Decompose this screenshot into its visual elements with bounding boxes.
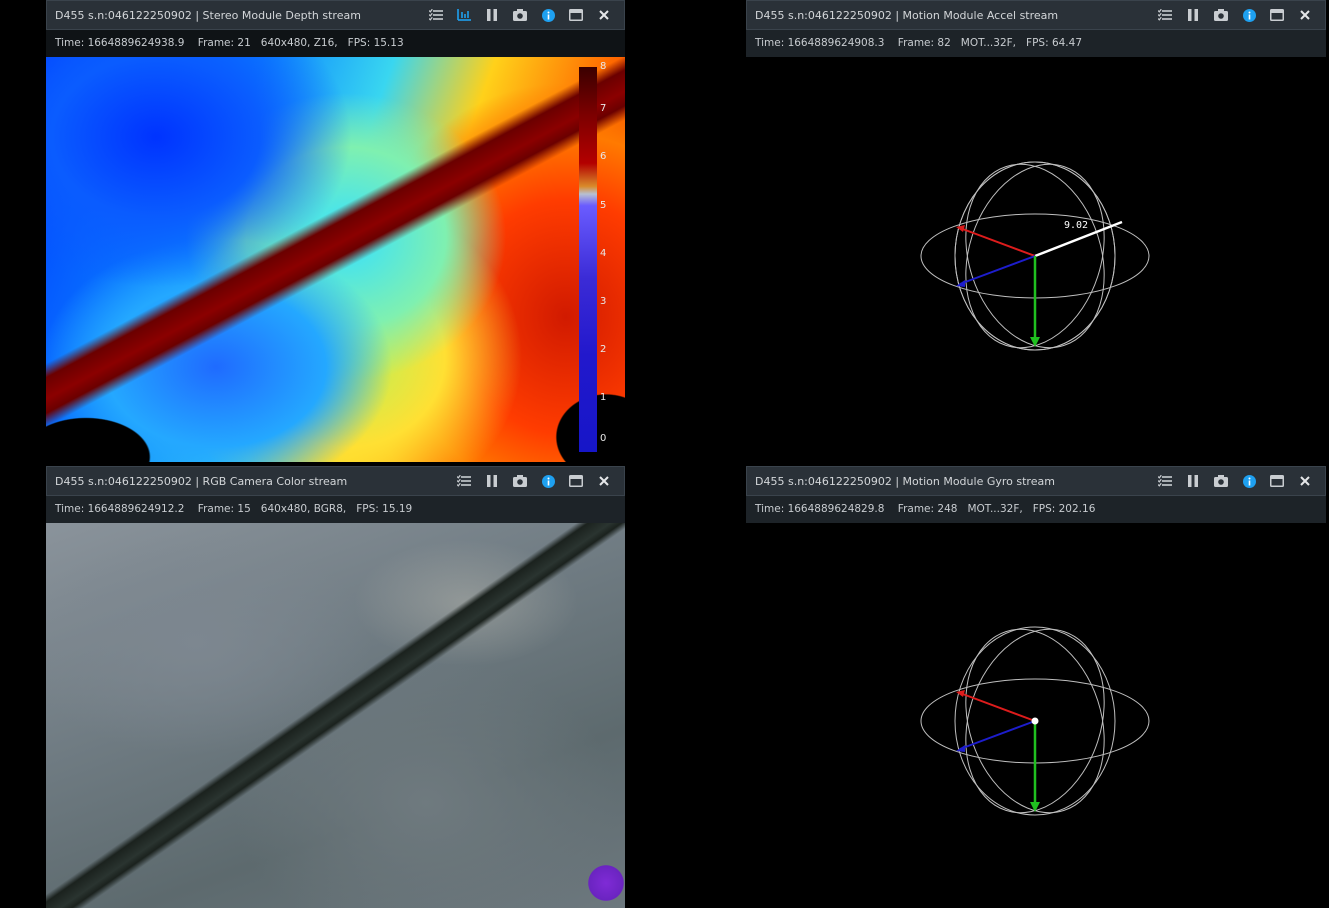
gyro-view (746, 523, 1326, 908)
accel-view: 9.02 (746, 57, 1326, 462)
timestamp: Time: 1664889624938.9 (55, 37, 185, 49)
color-titlebar: D455 s.n:046122250902 | RGB Camera Color… (46, 466, 625, 496)
info-icon[interactable] (534, 4, 562, 26)
window-icon[interactable] (562, 4, 590, 26)
color-camera-image (46, 523, 625, 908)
depth-stream-title: D455 s.n:046122250902 | Stereo Module De… (55, 8, 361, 22)
close-icon[interactable] (1291, 4, 1319, 26)
options-list-icon[interactable] (450, 470, 478, 492)
window-icon[interactable] (1263, 470, 1291, 492)
colorbar-tick: 2 (600, 344, 607, 355)
accel-magnitude-label: 9.02 (1064, 220, 1088, 231)
camera-icon[interactable] (1207, 470, 1235, 492)
options-list-icon[interactable] (422, 4, 450, 26)
depth-colorbar-labels: 8 7 6 5 4 3 2 1 0 (600, 61, 620, 452)
pause-icon[interactable] (1179, 470, 1207, 492)
window-icon[interactable] (562, 470, 590, 492)
gyro-stream-panel: D455 s.n:046122250902 | Motion Module Gy… (746, 466, 1326, 908)
timestamp: Time: 1664889624829.8 (755, 503, 885, 515)
accel-toolbar (1151, 4, 1325, 26)
depth-view: 8 7 6 5 4 3 2 1 0 (46, 57, 625, 462)
fps-value: FPS: 15.13 (347, 37, 404, 49)
gyro-toolbar (1151, 470, 1325, 492)
fps-value: FPS: 64.47 (1026, 37, 1083, 49)
accel-infobar: Time: 1664889624908.3 Frame: 82 MOT...32… (746, 30, 1326, 57)
window-icon[interactable] (1263, 4, 1291, 26)
frame-number: Frame: 21 (197, 37, 251, 49)
pause-icon[interactable] (478, 4, 506, 26)
colorbar-tick: 8 (600, 61, 607, 72)
colorbar-tick: 1 (600, 392, 607, 403)
options-list-icon[interactable] (1151, 4, 1179, 26)
timestamp: Time: 1664889624908.3 (755, 37, 885, 49)
gyro-infobar: Time: 1664889624829.8 Frame: 248 MOT...3… (746, 496, 1326, 523)
stream-format: 640x480, Z16, (260, 37, 338, 49)
fps-value: FPS: 202.16 (1032, 503, 1096, 515)
chart-icon[interactable] (450, 4, 478, 26)
timestamp: Time: 1664889624912.2 (55, 503, 185, 515)
depth-colorbar (579, 67, 597, 452)
stream-format: 640x480, BGR8, (260, 503, 347, 515)
depth-titlebar: D455 s.n:046122250902 | Stereo Module De… (46, 0, 625, 30)
colorbar-tick: 3 (600, 296, 607, 307)
info-icon[interactable] (1235, 4, 1263, 26)
camera-icon[interactable] (1207, 4, 1235, 26)
colorbar-tick: 7 (600, 103, 607, 114)
gyro-orientation-sphere (920, 626, 1150, 816)
stream-format: MOT...32F, (967, 503, 1023, 515)
gyro-stream-title: D455 s.n:046122250902 | Motion Module Gy… (755, 474, 1055, 488)
gyro-titlebar: D455 s.n:046122250902 | Motion Module Gy… (746, 466, 1326, 496)
pause-icon[interactable] (1179, 4, 1207, 26)
colorbar-tick: 6 (600, 151, 607, 162)
depth-infobar: Time: 1664889624938.9 Frame: 21 640x480,… (46, 30, 625, 57)
info-icon[interactable] (1235, 470, 1263, 492)
colorbar-tick: 5 (600, 200, 607, 211)
color-view (46, 523, 625, 908)
color-toolbar (450, 470, 624, 492)
color-stream-panel: D455 s.n:046122250902 | RGB Camera Color… (46, 466, 625, 908)
camera-icon[interactable] (506, 4, 534, 26)
frame-number: Frame: 15 (197, 503, 251, 515)
frame-number: Frame: 82 (897, 37, 951, 49)
accel-titlebar: D455 s.n:046122250902 | Motion Module Ac… (746, 0, 1326, 30)
close-icon[interactable] (590, 4, 618, 26)
depth-toolbar (422, 4, 624, 26)
camera-icon[interactable] (506, 470, 534, 492)
info-icon[interactable] (534, 470, 562, 492)
colorbar-tick: 4 (600, 248, 607, 259)
colorbar-tick: 0 (600, 433, 607, 444)
close-icon[interactable] (590, 470, 618, 492)
accel-orientation-sphere: 9.02 (920, 161, 1150, 351)
stream-format: MOT...32F, (960, 37, 1017, 49)
depth-stream-panel: 8 7 6 5 4 3 2 1 0 D455 s.n:046122250902 … (46, 0, 625, 462)
depth-heatmap-image (46, 57, 625, 462)
color-stream-title: D455 s.n:046122250902 | RGB Camera Color… (55, 474, 348, 488)
close-icon[interactable] (1291, 470, 1319, 492)
accel-stream-title: D455 s.n:046122250902 | Motion Module Ac… (755, 8, 1059, 22)
accel-stream-panel: D455 s.n:046122250902 | Motion Module Ac… (746, 0, 1326, 462)
options-list-icon[interactable] (1151, 470, 1179, 492)
pause-icon[interactable] (478, 470, 506, 492)
color-infobar: Time: 1664889624912.2 Frame: 15 640x480,… (46, 496, 625, 523)
fps-value: FPS: 15.19 (356, 503, 413, 515)
frame-number: Frame: 248 (897, 503, 958, 515)
